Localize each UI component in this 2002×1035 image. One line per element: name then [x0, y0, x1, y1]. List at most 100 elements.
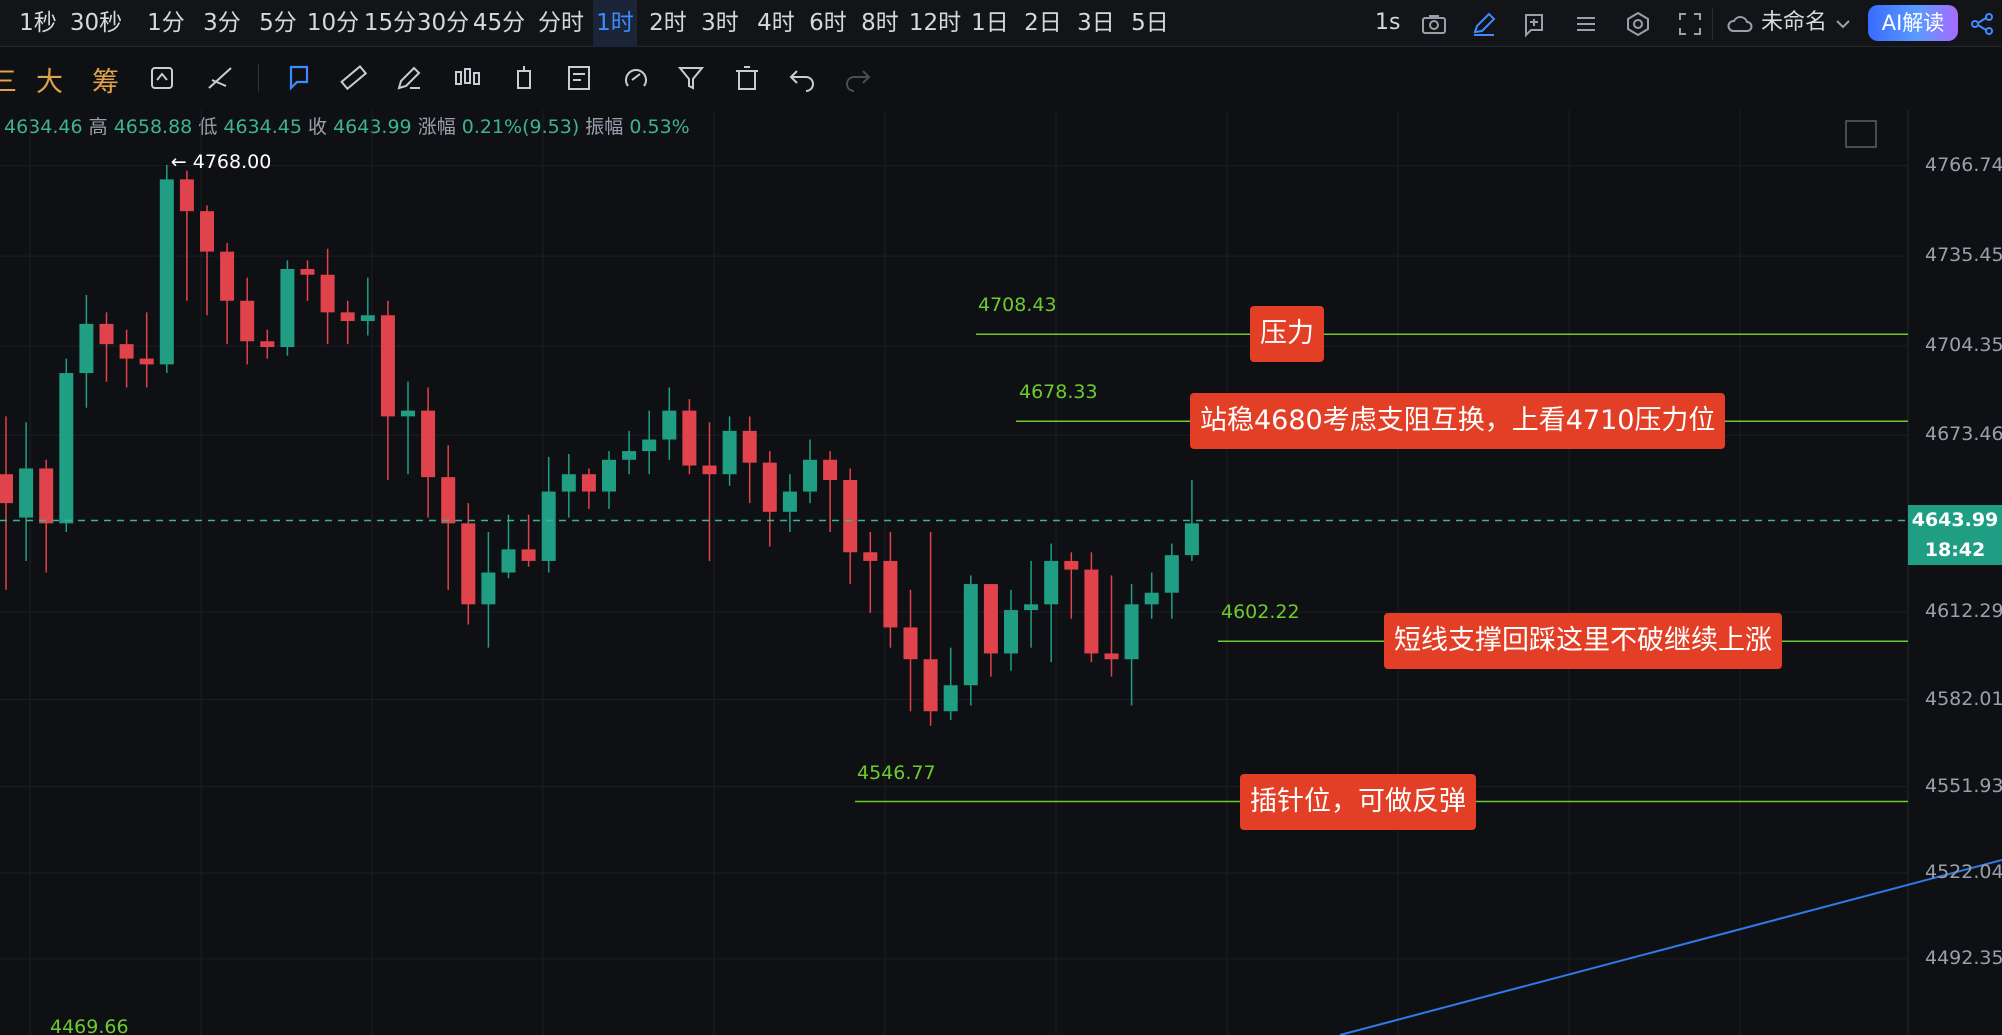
indicator-san[interactable]: 三	[0, 60, 17, 99]
candle-body	[280, 268, 295, 348]
candle-body	[903, 627, 918, 660]
price-axis-label: 4704.35	[1925, 334, 2002, 357]
timeframe-13[interactable]: 4时	[754, 0, 798, 47]
candle-body	[1144, 592, 1159, 605]
timeframe-3[interactable]: 3分	[200, 0, 244, 47]
ai-interpret-button[interactable]: AI解读	[1868, 5, 1958, 41]
timeframe-8[interactable]: 45分	[470, 0, 528, 47]
line-tool-icon[interactable]	[204, 62, 236, 94]
filter-icon[interactable]	[675, 62, 707, 94]
timeframe-16[interactable]: 12时	[906, 0, 964, 47]
candle-body	[240, 300, 255, 342]
cloud-icon[interactable]	[1726, 10, 1754, 38]
cursor-select-icon[interactable]	[283, 62, 315, 94]
timeframe-9[interactable]: 分时	[532, 0, 590, 47]
candle-body	[481, 572, 496, 605]
settings-icon[interactable]	[1624, 10, 1652, 38]
timeframe-0[interactable]: 1秒	[16, 0, 60, 47]
timeframe-7[interactable]: 30分	[414, 0, 472, 47]
candle-body	[39, 468, 54, 524]
candle-body	[823, 459, 838, 480]
indicator-da[interactable]: 大	[36, 60, 63, 99]
level-price-label: 4678.33	[1019, 381, 1098, 404]
add-panel-icon[interactable]	[1520, 10, 1548, 38]
candle-body	[1124, 604, 1139, 660]
fullscreen-icon[interactable]	[1676, 10, 1704, 38]
level-annotation[interactable]: 压力	[1250, 306, 1324, 363]
timeframe-19[interactable]: 3日	[1074, 0, 1118, 47]
candle-body	[963, 584, 978, 686]
candle-body	[622, 451, 637, 460]
pen-icon[interactable]	[1470, 10, 1498, 38]
price-chart[interactable]: ← 4768.00 4469.66	[0, 110, 2002, 1035]
candle-body	[260, 341, 275, 348]
timeframe-4[interactable]: 5分	[256, 0, 300, 47]
price-axis-label: 4673.46	[1925, 423, 2002, 446]
candle-body	[0, 474, 13, 504]
ruler-icon[interactable]	[338, 62, 370, 94]
countdown-tag: 18:42	[1908, 535, 2002, 566]
candle-body	[702, 465, 717, 475]
candle-body	[541, 491, 556, 561]
candle-body	[119, 344, 134, 359]
level-price-label: 4708.43	[978, 294, 1057, 317]
candle-body	[662, 410, 677, 440]
price-axis-label: 4492.35	[1925, 946, 2002, 969]
timeframe-6[interactable]: 15分	[361, 0, 419, 47]
timeframe-18[interactable]: 2日	[1021, 0, 1065, 47]
candles-icon[interactable]	[451, 62, 483, 94]
timeframe-1[interactable]: 30秒	[67, 0, 125, 47]
level-annotation[interactable]: 插针位，可做反弹	[1240, 773, 1476, 830]
timeframe-15[interactable]: 8时	[858, 0, 902, 47]
candle-body	[19, 468, 34, 518]
bar-tool-icon[interactable]	[508, 62, 540, 94]
timeframe-20[interactable]: 5日	[1128, 0, 1172, 47]
timeframe-12[interactable]: 3时	[698, 0, 742, 47]
magnet-icon[interactable]	[620, 62, 652, 94]
candle-body	[441, 477, 456, 524]
chevron-down-icon[interactable]	[1829, 10, 1857, 38]
candle-body	[722, 430, 737, 475]
candle-body	[642, 439, 657, 452]
candle-body	[401, 410, 415, 417]
replay-icon[interactable]	[146, 62, 178, 94]
interval-label[interactable]: 1s	[1375, 0, 1400, 47]
candle-body	[742, 430, 757, 463]
layout-name[interactable]: 未命名	[1761, 0, 1827, 47]
list-icon[interactable]	[1572, 10, 1600, 38]
level-annotation[interactable]: 短线支撑回踩这里不破继续上涨	[1384, 613, 1782, 670]
expand-icon[interactable]	[1845, 120, 1877, 148]
timeframe-bar: 1秒 30秒 1分 3分 5分 10分 15分 30分 45分 分时 1时 2时 3时 4时 6时 8时 12时…	[0, 0, 2002, 47]
share-icon[interactable]	[1968, 10, 1996, 38]
candle-body	[79, 323, 94, 374]
candle-body	[99, 323, 114, 345]
candle-body	[320, 274, 335, 313]
level-price-label: 4546.77	[857, 761, 936, 784]
undo-icon[interactable]	[786, 62, 818, 94]
timeframe-2[interactable]: 1分	[144, 0, 188, 47]
level-annotation[interactable]: 站稳4680考虑支阻互换，上看4710压力位	[1190, 393, 1726, 450]
note-icon[interactable]	[564, 62, 596, 94]
candle-body	[380, 315, 395, 417]
price-axis-label: 4612.29	[1925, 600, 2002, 623]
candle-body	[682, 410, 697, 466]
candle-body	[943, 685, 958, 712]
divider	[1712, 8, 1713, 40]
candle-body	[200, 211, 214, 252]
brush-icon[interactable]	[393, 62, 425, 94]
candle-body	[220, 251, 235, 301]
timeframe-17[interactable]: 1日	[968, 0, 1012, 47]
timeframe-5[interactable]: 10分	[304, 0, 362, 47]
indicator-chou[interactable]: 筹	[92, 60, 119, 99]
timeframe-14[interactable]: 6时	[806, 0, 850, 47]
timeframe-10[interactable]: 1时	[593, 0, 637, 47]
candles	[0, 164, 1199, 726]
chart-grid	[0, 110, 1908, 1035]
camera-icon[interactable]	[1420, 10, 1448, 38]
candle-body	[762, 462, 777, 512]
timeframe-11[interactable]: 2时	[646, 0, 690, 47]
current-price-tag: 4643.99	[1908, 505, 2002, 536]
candle-body	[843, 480, 858, 553]
candle-body	[1004, 610, 1018, 654]
trash-icon[interactable]	[731, 62, 763, 94]
